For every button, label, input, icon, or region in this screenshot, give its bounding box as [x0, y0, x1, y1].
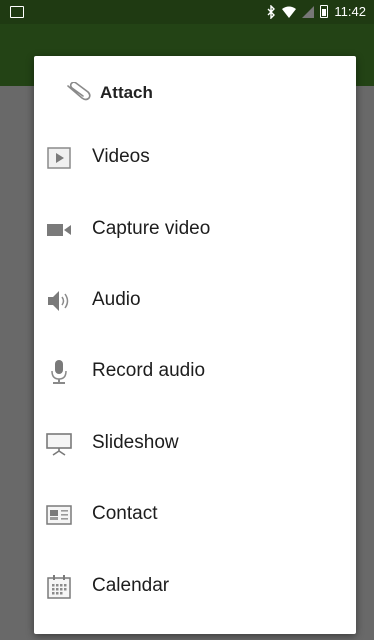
- status-icons: 11:42: [266, 4, 366, 19]
- menu-item-videos[interactable]: Videos: [34, 122, 356, 194]
- speaker-icon: [48, 291, 69, 311]
- attach-dialog: Attach Videos Capture video Audio Record…: [34, 56, 356, 634]
- video-camera-icon: [47, 224, 71, 236]
- signal-icon: [302, 5, 315, 18]
- menu-item-slideshow[interactable]: Slideshow: [34, 408, 356, 480]
- wifi-icon: [282, 6, 297, 18]
- menu-item-contact[interactable]: Contact: [34, 479, 356, 551]
- microphone-icon: [51, 360, 67, 384]
- dialog-title: Attach: [100, 83, 153, 102]
- menu-item-capture-video[interactable]: Capture video: [34, 194, 356, 266]
- slideshow-icon: [46, 433, 72, 456]
- video-file-icon: [47, 147, 71, 169]
- menu-item-label: Videos: [92, 146, 150, 167]
- menu-item-audio[interactable]: Audio: [34, 265, 356, 337]
- menu-item-label: Record audio: [92, 360, 206, 381]
- notification-icon: [10, 6, 24, 18]
- menu-item-label: Capture video: [92, 218, 211, 239]
- menu-item-label: Slideshow: [92, 432, 179, 453]
- menu-item-calendar[interactable]: Calendar: [34, 551, 356, 623]
- bluetooth-icon: [267, 4, 276, 19]
- menu-item-record-audio[interactable]: Record audio: [34, 336, 356, 408]
- menu-item-label: Audio: [92, 289, 141, 310]
- calendar-icon: [47, 575, 71, 599]
- status-time: 11:42: [334, 4, 366, 19]
- menu-item-label: Calendar: [92, 575, 170, 596]
- dialog-header: Attach: [34, 56, 356, 122]
- status-bar: 11:42: [0, 0, 374, 24]
- menu-item-label: Contact: [92, 503, 158, 524]
- paperclip-icon: [67, 82, 91, 101]
- contact-card-icon: [46, 505, 72, 525]
- battery-icon: [320, 5, 329, 18]
